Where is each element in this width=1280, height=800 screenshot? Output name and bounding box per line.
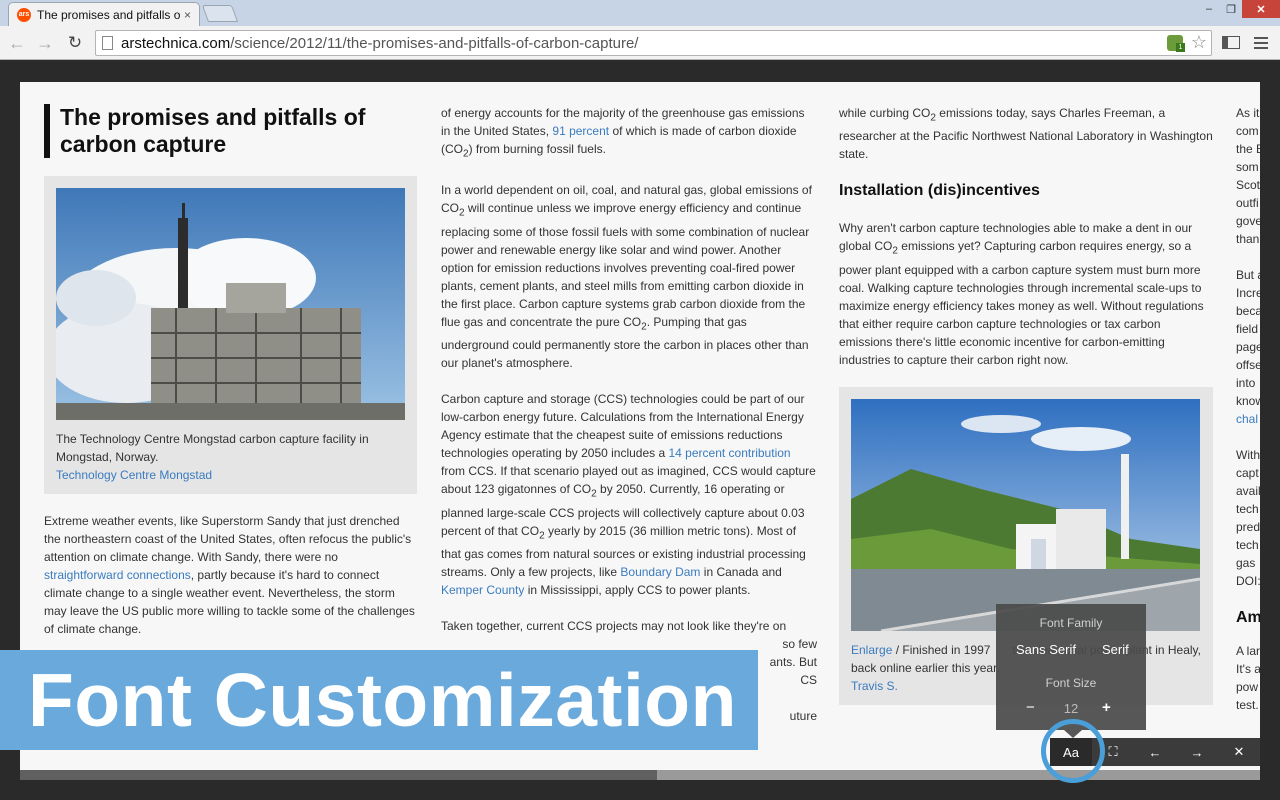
url-host: arstechnica.com bbox=[121, 34, 231, 52]
figure-caption: The Technology Centre Mongstad carbon ca… bbox=[56, 432, 369, 464]
article-headline: The promises and pitfalls of carbon capt… bbox=[44, 104, 417, 158]
kemper-county-link[interactable]: Kemper County bbox=[441, 583, 524, 597]
banner-title: Font Customization bbox=[28, 658, 737, 742]
mongstad-facility-photo[interactable] bbox=[56, 188, 405, 420]
url-path: /science/2012/11/the-promises-and-pitfal… bbox=[230, 34, 639, 52]
font-size-title: Font Size bbox=[1045, 676, 1097, 690]
minimize-button[interactable]: – bbox=[1198, 0, 1220, 18]
ars-favicon-icon: ars bbox=[17, 7, 31, 22]
figure-credit-link[interactable]: Technology Centre Mongstad bbox=[56, 468, 212, 482]
photo-credit-link[interactable]: Travis S. bbox=[851, 679, 898, 693]
tab-title: The promises and pitfalls of carbon capt… bbox=[37, 7, 180, 22]
progress-fill bbox=[20, 770, 658, 780]
decrease-font-size-button[interactable]: − bbox=[1026, 699, 1035, 716]
next-page-icon[interactable]: → bbox=[1176, 738, 1218, 766]
tab-close-icon[interactable]: × bbox=[184, 8, 191, 22]
previous-page-icon[interactable]: ← bbox=[1134, 738, 1176, 766]
maximize-button[interactable]: ❐ bbox=[1220, 0, 1242, 18]
font-settings-panel: Font Family Sans Serif Serif Font Size −… bbox=[996, 604, 1146, 730]
straightforward-connections-link[interactable]: straightforward connections bbox=[44, 568, 191, 582]
font-size-value: 12 bbox=[1063, 701, 1079, 716]
paragraph: of energy accounts for the majority of t… bbox=[441, 106, 805, 160]
back-arrow-icon[interactable]: ← bbox=[6, 32, 28, 54]
forward-arrow-icon[interactable]: → bbox=[34, 32, 56, 54]
font-family-title: Font Family bbox=[1039, 616, 1103, 630]
healy-power-plant-photo[interactable] bbox=[851, 398, 1200, 631]
page-icon bbox=[102, 36, 113, 50]
paragraph: Carbon capture and storage (CCS) technol… bbox=[441, 392, 816, 597]
increase-font-size-button[interactable]: + bbox=[1102, 699, 1111, 716]
column-4: As itcomthe E somScotoutfi govethan But … bbox=[1236, 104, 1260, 714]
91-percent-link[interactable]: 91 percent bbox=[552, 124, 609, 138]
challenge-link[interactable]: chal bbox=[1236, 412, 1258, 426]
column-1: The promises and pitfalls of carbon capt… bbox=[44, 104, 417, 656]
section-heading: Am bbox=[1236, 609, 1260, 626]
close-window-button[interactable]: ✕ bbox=[1242, 0, 1280, 18]
extension-badge: 1 bbox=[1176, 43, 1185, 52]
healy-photo-drawing bbox=[851, 398, 1200, 631]
bookmark-star-icon[interactable]: ☆ bbox=[1191, 32, 1207, 53]
14-percent-contribution-link[interactable]: 14 percent contribution bbox=[669, 446, 791, 460]
column-2: of energy accounts for the majority of t… bbox=[441, 104, 817, 725]
serif-option[interactable]: Serif bbox=[1102, 642, 1129, 657]
sans-serif-option[interactable]: Sans Serif bbox=[1016, 642, 1076, 657]
paragraph: Why aren't carbon capture technologies a… bbox=[839, 221, 1204, 367]
paragraph: Extreme weather events, like Superstorm … bbox=[44, 514, 415, 636]
address-bar[interactable]: arstechnica.com /science/2012/11/the-pro… bbox=[95, 30, 1212, 56]
menu-icon[interactable] bbox=[1254, 37, 1268, 49]
paragraph: In a world dependent on oil, coal, and n… bbox=[441, 183, 812, 371]
browser-tab[interactable]: ars The promises and pitfalls of carbon … bbox=[8, 2, 200, 26]
overlay-banner: Font Customization bbox=[0, 650, 758, 750]
new-tab-button[interactable] bbox=[201, 5, 239, 22]
highlight-ring bbox=[1041, 719, 1105, 783]
reload-icon[interactable]: ↻ bbox=[64, 32, 86, 54]
section-heading: Installation (dis)incentives bbox=[839, 182, 1040, 200]
reader-mode-icon[interactable] bbox=[1222, 36, 1240, 49]
figure-mongstad: The Technology Centre Mongstad carbon ca… bbox=[44, 176, 417, 494]
enlarge-link[interactable]: Enlarge bbox=[851, 643, 892, 657]
browser-toolbar: ← → ↻ arstechnica.com /science/2012/11/t… bbox=[0, 26, 1280, 60]
mongstad-photo-drawing bbox=[56, 188, 405, 420]
tab-strip: ars The promises and pitfalls of carbon … bbox=[0, 0, 1280, 26]
close-reader-icon[interactable]: ✕ bbox=[1218, 738, 1260, 766]
boundary-dam-link[interactable]: Boundary Dam bbox=[620, 565, 700, 579]
paragraph: while curbing CO2 emissions today, says … bbox=[839, 106, 1213, 162]
